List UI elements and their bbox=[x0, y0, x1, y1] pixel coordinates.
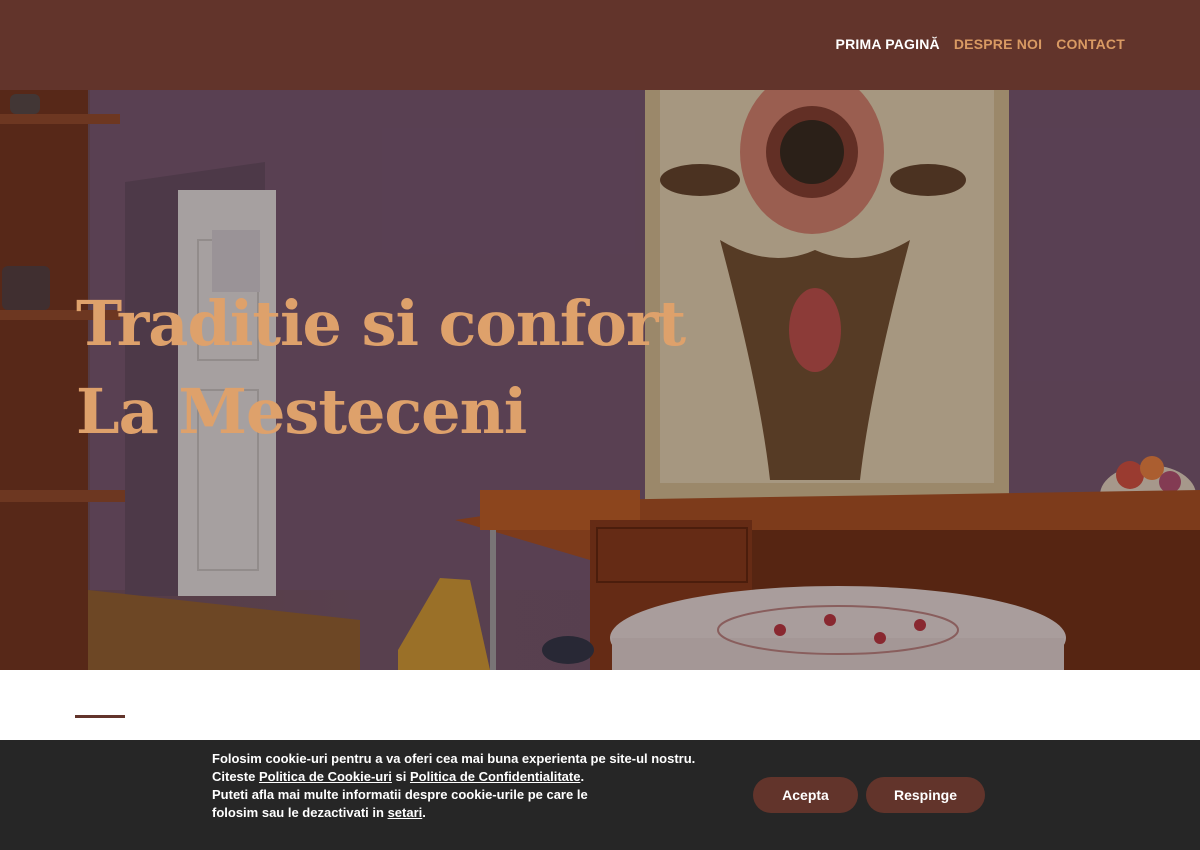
site-header: PRIMA PAGINĂ DESPRE NOI CONTACT bbox=[0, 0, 1200, 90]
main-nav: PRIMA PAGINĂ DESPRE NOI CONTACT bbox=[836, 36, 1125, 52]
hero-title-line-2: La Mesteceni bbox=[76, 375, 527, 448]
cookie-line-3-suffix: . bbox=[422, 805, 426, 820]
accept-cookies-button[interactable]: Acepta bbox=[753, 777, 858, 813]
cookie-line-2-mid: si bbox=[391, 769, 410, 784]
cookie-policy-link[interactable]: Politica de Cookie-uri bbox=[259, 769, 392, 784]
cookie-consent-bar: Folosim cookie-uri pentru a va oferi cea… bbox=[0, 740, 1200, 850]
cookie-line-2-prefix: Citeste bbox=[212, 769, 259, 784]
hero-title-line-1: Traditie si confort bbox=[76, 287, 686, 360]
cookie-line-2-suffix: . bbox=[580, 769, 585, 784]
nav-item-prima-pagina[interactable]: PRIMA PAGINĂ bbox=[836, 36, 940, 52]
cookie-message: Folosim cookie-uri pentru a va oferi cea… bbox=[212, 750, 732, 822]
nav-item-despre-noi[interactable]: DESPRE NOI bbox=[954, 36, 1042, 52]
cookie-line-2: Citeste Politica de Cookie-uri si Politi… bbox=[212, 768, 732, 786]
privacy-policy-link[interactable]: Politica de Confidentialitate bbox=[410, 769, 580, 784]
cookie-line-3: Puteti afla mai multe informatii despre … bbox=[212, 786, 612, 822]
settings-link[interactable]: setari bbox=[388, 805, 423, 820]
hero-banner: Traditie si confort La Mesteceni bbox=[0, 90, 1200, 670]
cookie-line-1: Folosim cookie-uri pentru a va oferi cea… bbox=[212, 751, 696, 766]
reject-cookies-button[interactable]: Respinge bbox=[866, 777, 985, 813]
section-divider bbox=[75, 715, 125, 718]
nav-item-contact[interactable]: CONTACT bbox=[1056, 36, 1125, 52]
hero-title: Traditie si confort La Mesteceni bbox=[76, 280, 686, 456]
